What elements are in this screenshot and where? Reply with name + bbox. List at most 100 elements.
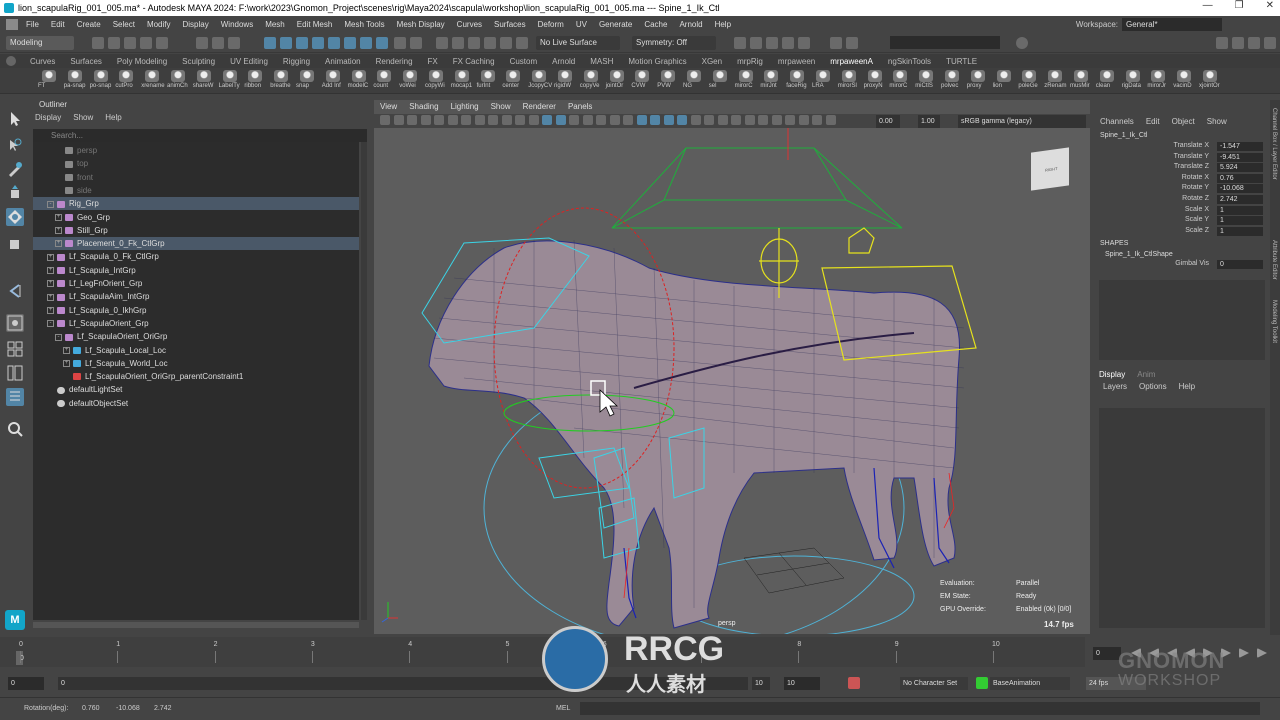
expand-toggle-icon[interactable]: + — [55, 213, 62, 221]
outliner-row[interactable]: - Rig_Grp — [33, 197, 359, 211]
scale-tool-icon[interactable] — [6, 234, 24, 252]
viewport-menu-show[interactable]: Show — [491, 102, 511, 111]
side-tab[interactable]: Channel Box / Layer Editor — [1271, 108, 1277, 180]
shelf-tab-sculpting[interactable]: Sculpting — [182, 57, 215, 66]
status-tool-icon-24[interactable] — [734, 37, 746, 49]
menu-create[interactable]: Create — [77, 20, 101, 29]
viewport-menu-shading[interactable]: Shading — [409, 102, 438, 111]
layer-tab-display[interactable]: Display — [1099, 370, 1125, 379]
auto-key-icon[interactable] — [848, 677, 860, 689]
viewport-tool-icon-14[interactable] — [569, 115, 579, 125]
menu-file[interactable]: File — [26, 20, 39, 29]
shelf-button-icon-20[interactable] — [558, 70, 572, 82]
channel-menu-channels[interactable]: Channels — [1100, 117, 1134, 126]
shelf-button-icon-33[interactable] — [893, 70, 908, 82]
four-view-layout-icon[interactable] — [6, 340, 24, 358]
side-tab[interactable]: Modeling Toolkit — [1271, 300, 1277, 343]
character-set-select[interactable]: No Character Set — [900, 677, 968, 690]
single-perspective-layout-icon[interactable] — [6, 314, 24, 332]
status-tool-icon-17[interactable] — [410, 37, 422, 49]
viewport-tool-icon-0[interactable] — [380, 115, 390, 125]
shelf-button-icon-43[interactable] — [1151, 70, 1166, 82]
viewport-canvas[interactable]: RIGHT persp Evaluation: Parallel EM State:… — [374, 128, 1090, 634]
status-tool-icon-1[interactable] — [108, 37, 120, 49]
menu-arnold[interactable]: Arnold — [679, 20, 702, 29]
expand-toggle-icon[interactable]: + — [55, 240, 62, 248]
layer-menu-layers[interactable]: Layers — [1103, 382, 1127, 391]
status-tool-icon-7[interactable] — [228, 37, 240, 49]
outliner-search-input[interactable]: Search... — [33, 129, 367, 142]
status-tool-icon-16[interactable] — [394, 37, 406, 49]
viewport-tool-icon-27[interactable] — [744, 115, 755, 125]
menu-mesh[interactable]: Mesh — [265, 20, 285, 29]
channel-attr-row[interactable]: Translate Z 5.924 — [1095, 163, 1265, 173]
outliner-row[interactable]: Lf_ScapulaOrient_OriGrp_parentConstraint… — [33, 370, 359, 383]
shelf-button-icon-39[interactable] — [1048, 70, 1063, 82]
viewport-menu-renderer[interactable]: Renderer — [523, 102, 556, 111]
shelf-button-icon-9[interactable] — [274, 70, 289, 82]
shelf-button-icon-41[interactable] — [1099, 70, 1114, 82]
menu-modify[interactable]: Modify — [147, 20, 171, 29]
outliner-row[interactable]: defaultObjectSet — [33, 397, 359, 410]
shelf-button-icon-42[interactable] — [1125, 70, 1140, 82]
layer-menu-options[interactable]: Options — [1139, 382, 1167, 391]
viewport-tool-icon-5[interactable] — [447, 115, 458, 125]
outliner-row[interactable]: + Lf_LegFnOrient_Grp — [33, 277, 359, 290]
outliner-row[interactable]: + Lf_Scapula_World_Loc — [33, 357, 359, 370]
menu-mesh-tools[interactable]: Mesh Tools — [344, 20, 384, 29]
shelf-button-icon-24[interactable] — [661, 70, 676, 82]
menu-surfaces[interactable]: Surfaces — [494, 20, 526, 29]
expand-toggle-icon[interactable]: + — [47, 280, 54, 288]
menu-display[interactable]: Display — [183, 20, 209, 29]
status-tool-icon-12[interactable] — [328, 37, 340, 49]
shelf-button-icon-0[interactable] — [42, 70, 56, 82]
status-tool-icon-8[interactable] — [264, 37, 276, 49]
sign-in-icon[interactable] — [1216, 37, 1228, 49]
script-language-label[interactable]: MEL — [556, 705, 570, 712]
status-tool-icon-23[interactable] — [516, 37, 528, 49]
outliner-menu-show[interactable]: Show — [73, 113, 93, 122]
expand-toggle-icon[interactable]: + — [47, 267, 54, 275]
workspace-select[interactable]: General* — [1122, 18, 1222, 31]
shelf-button-icon-17[interactable] — [480, 70, 495, 82]
menuset-select[interactable]: Modeling — [6, 36, 74, 50]
channel-attr-value[interactable]: -9.451 — [1217, 152, 1263, 162]
shelf-button-icon-22[interactable] — [609, 70, 624, 82]
shelf-button-icon-34[interactable] — [919, 70, 934, 82]
outliner-row[interactable]: + Lf_Scapula_0_IkhGrp — [33, 304, 359, 317]
viewport-tool-icon-8[interactable] — [488, 115, 498, 125]
shelf-button-icon-35[interactable] — [945, 70, 959, 82]
shape-attr-row[interactable]: Gimbal Vis 0 — [1095, 260, 1265, 270]
persp-outliner-layout-icon[interactable] — [6, 364, 24, 382]
viewport-tool-icon-24[interactable] — [704, 115, 714, 125]
status-tool-icon-2[interactable] — [124, 37, 136, 49]
status-tool-icon-20[interactable] — [468, 37, 480, 49]
expand-toggle-icon[interactable]: + — [47, 253, 54, 261]
menu-uv[interactable]: UV — [576, 20, 587, 29]
channel-attr-value[interactable]: 1 — [1217, 226, 1263, 236]
shelf-button-icon-13[interactable] — [377, 70, 392, 82]
shelf-tab-xgen[interactable]: XGen — [702, 57, 722, 66]
expand-toggle-icon[interactable]: + — [47, 306, 54, 314]
channel-attr-row[interactable]: Rotate Y -10.068 — [1095, 184, 1265, 194]
expand-toggle-icon[interactable]: + — [47, 293, 54, 301]
current-frame-field[interactable]: 0 — [1093, 647, 1121, 660]
outliner-menu-display[interactable]: Display — [35, 113, 61, 122]
rotate-tool-icon[interactable] — [6, 208, 24, 226]
shelf-gear-icon[interactable] — [6, 56, 16, 66]
channel-attr-value[interactable]: -10.068 — [1217, 184, 1263, 194]
shelf-button-icon-25[interactable] — [687, 70, 701, 82]
status-tool-icon-5[interactable] — [196, 37, 208, 49]
outliner-menu-help[interactable]: Help — [105, 113, 121, 122]
close-button[interactable]: ✕ — [1266, 0, 1274, 11]
shelf-button-icon-8[interactable] — [248, 70, 263, 82]
shelf-button-icon-18[interactable] — [506, 70, 521, 82]
viewport-tool-icon-30[interactable] — [785, 115, 795, 125]
shelf-button-icon-37[interactable] — [996, 70, 1011, 82]
channel-attr-value[interactable]: 0.76 — [1217, 173, 1263, 183]
side-tab[interactable]: Attribute Editor — [1271, 240, 1277, 280]
menu-cache[interactable]: Cache — [644, 20, 667, 29]
viewport-tool-icon-21[interactable] — [663, 115, 674, 125]
panel-layout-icon-3[interactable] — [1264, 37, 1276, 49]
viewport-tool-icon-32[interactable] — [812, 115, 822, 125]
